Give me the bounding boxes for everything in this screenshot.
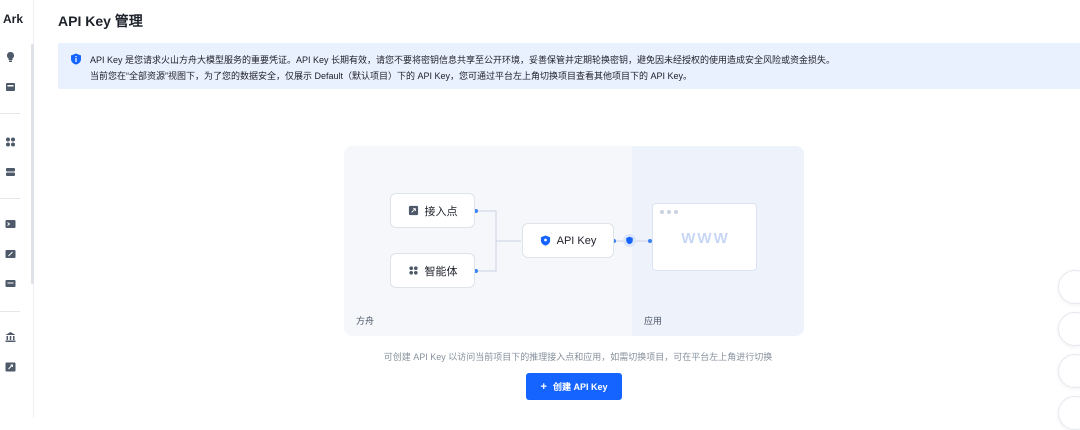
info-icon [71, 53, 81, 65]
window-dots [660, 210, 678, 214]
endpoint-label: 接入点 [424, 205, 458, 218]
rocket-icon[interactable] [4, 361, 17, 373]
endpoint-node: 接入点 [390, 193, 475, 228]
app-window: WWW [652, 203, 757, 271]
api-key-diagram: 接入点 智能体 API Key WWW 方舟 应用 [344, 146, 804, 336]
endpoint-icon [408, 205, 418, 216]
shield-key-icon [540, 235, 550, 246]
info-notice: API Key 是您请求火山方舟大模型服务的重要凭证。API Key 长期有效，… [58, 43, 1080, 89]
ark-label: 方舟 [356, 316, 375, 326]
notice-text-line1: API Key 是您请求火山方舟大模型服务的重要凭证。API Key 长期有效，… [90, 55, 836, 65]
inbox-icon[interactable] [4, 81, 17, 93]
sidebar-divider [0, 113, 20, 114]
sidebar-divider [0, 198, 20, 199]
app-label: 应用 [644, 316, 663, 326]
plus-icon: + [540, 380, 547, 393]
sidebar-divider [0, 311, 20, 312]
float-action-button[interactable] [1058, 354, 1080, 388]
float-action-button[interactable] [1058, 396, 1080, 430]
terminal-icon[interactable] [4, 218, 17, 230]
sidebar-scrollbar[interactable] [31, 44, 34, 284]
notice-text-line2: 当前您在“全部资源”视图下，为了您的数据安全，仅展示 Default（默认项目）… [90, 71, 693, 81]
shield-icon [623, 234, 636, 247]
www-text: WWW [681, 230, 730, 247]
bank-icon[interactable] [4, 331, 17, 343]
api-key-label: API Key [556, 234, 597, 247]
agent-label: 智能体 [424, 265, 458, 278]
sidebar: Ark [0, 0, 34, 418]
storage-icon[interactable] [4, 166, 17, 178]
float-action-button[interactable] [1058, 312, 1080, 346]
page-title: API Key 管理 [58, 13, 143, 29]
api-key-node: API Key [522, 223, 614, 258]
idea-icon[interactable] [4, 51, 17, 63]
hint-text: 可创建 API Key 以访问当前项目下的推理接入点和应用，如需切换项目，可在平… [383, 352, 773, 362]
create-api-key-label: 创建 API Key [552, 382, 608, 392]
create-api-key-button[interactable]: + 创建 API Key [526, 373, 622, 400]
chat-icon[interactable] [4, 278, 17, 290]
apps-icon[interactable] [4, 136, 17, 148]
float-action-button[interactable] [1058, 270, 1080, 304]
brand-logo: Ark [3, 12, 24, 26]
apps-icon [408, 266, 418, 275]
agent-node: 智能体 [390, 253, 475, 288]
edit-icon[interactable] [4, 248, 17, 260]
